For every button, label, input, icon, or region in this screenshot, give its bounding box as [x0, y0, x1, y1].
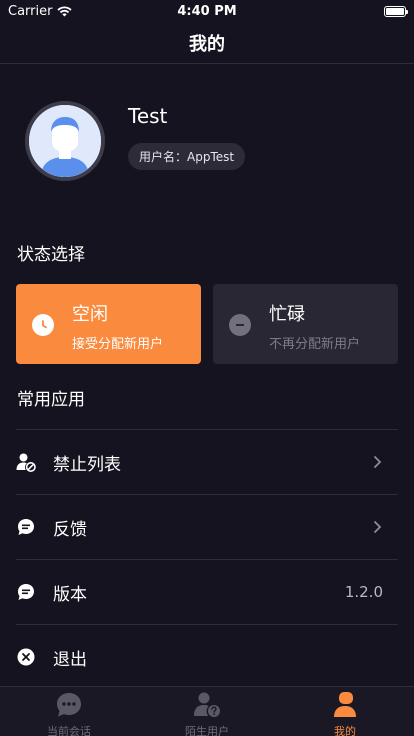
- menu-item-version[interactable]: 版本 1.2.0: [16, 559, 398, 624]
- status-card-busy[interactable]: 忙碌 不再分配新用户: [213, 284, 398, 364]
- profile-header: Test 用户名：AppTest: [25, 101, 395, 183]
- page-title: 我的: [189, 33, 225, 55]
- battery-fill: [386, 7, 404, 15]
- close-circle-icon: [16, 647, 36, 667]
- status-card-busy-title: 忙碌: [269, 304, 305, 325]
- menu-label-logout: 退出: [53, 649, 87, 670]
- nav-bar: 我的: [0, 22, 414, 64]
- battery-icon: [384, 5, 408, 17]
- chat-bubble-icon: [16, 582, 36, 602]
- user-block-icon: [16, 452, 36, 472]
- tab-current-chats[interactable]: 当前会话: [0, 687, 138, 736]
- profile-icon: [334, 692, 356, 717]
- status-time: 4:40 PM: [177, 4, 237, 19]
- tab-label-strangers: 陌生用户: [185, 725, 229, 736]
- tab-label-mine: 我的: [334, 725, 356, 736]
- clock-icon: [32, 314, 54, 336]
- unknown-user-icon: [194, 692, 220, 717]
- menu-item-feedback[interactable]: 反馈: [16, 494, 398, 559]
- status-section-title: 状态选择: [17, 245, 85, 265]
- chevron-right-icon: [373, 520, 382, 534]
- status-card-idle[interactable]: 空闲 接受分配新用户: [16, 284, 201, 364]
- username: Test: [128, 104, 168, 128]
- chat-bubble-icon: [16, 517, 36, 537]
- menu-label-version: 版本: [53, 584, 87, 605]
- status-card-idle-subtitle: 接受分配新用户: [72, 337, 164, 352]
- status-bar: Carrier 4:40 PM: [0, 0, 414, 22]
- menu-item-logout[interactable]: 退出: [16, 624, 398, 689]
- menu-label-block-list: 禁止列表: [53, 454, 121, 475]
- apps-section-title: 常用应用: [17, 390, 85, 410]
- chat-icon: [57, 693, 81, 717]
- account-badge: 用户名：AppTest: [128, 143, 246, 170]
- status-card-busy-subtitle: 不再分配新用户: [269, 337, 361, 352]
- chevron-right-icon: [373, 455, 382, 469]
- menu-item-block-list[interactable]: 禁止列表: [16, 429, 398, 494]
- menu-label-feedback: 反馈: [53, 519, 87, 540]
- tab-bar: 当前会话 陌生用户 我的: [0, 686, 414, 736]
- status-card-idle-title: 空闲: [72, 304, 108, 325]
- tab-mine[interactable]: 我的: [276, 687, 414, 736]
- profile-screen: Carrier 4:40 PM 我的 Test 用户名：AppTest 状态选择…: [0, 0, 414, 736]
- version-value: 1.2.0: [344, 583, 383, 601]
- avatar-person-icon: [29, 105, 101, 177]
- minus-circle-icon: [229, 314, 251, 336]
- tab-strangers[interactable]: 陌生用户: [138, 687, 276, 736]
- avatar[interactable]: [25, 101, 105, 181]
- tab-label-current-chats: 当前会话: [47, 725, 91, 736]
